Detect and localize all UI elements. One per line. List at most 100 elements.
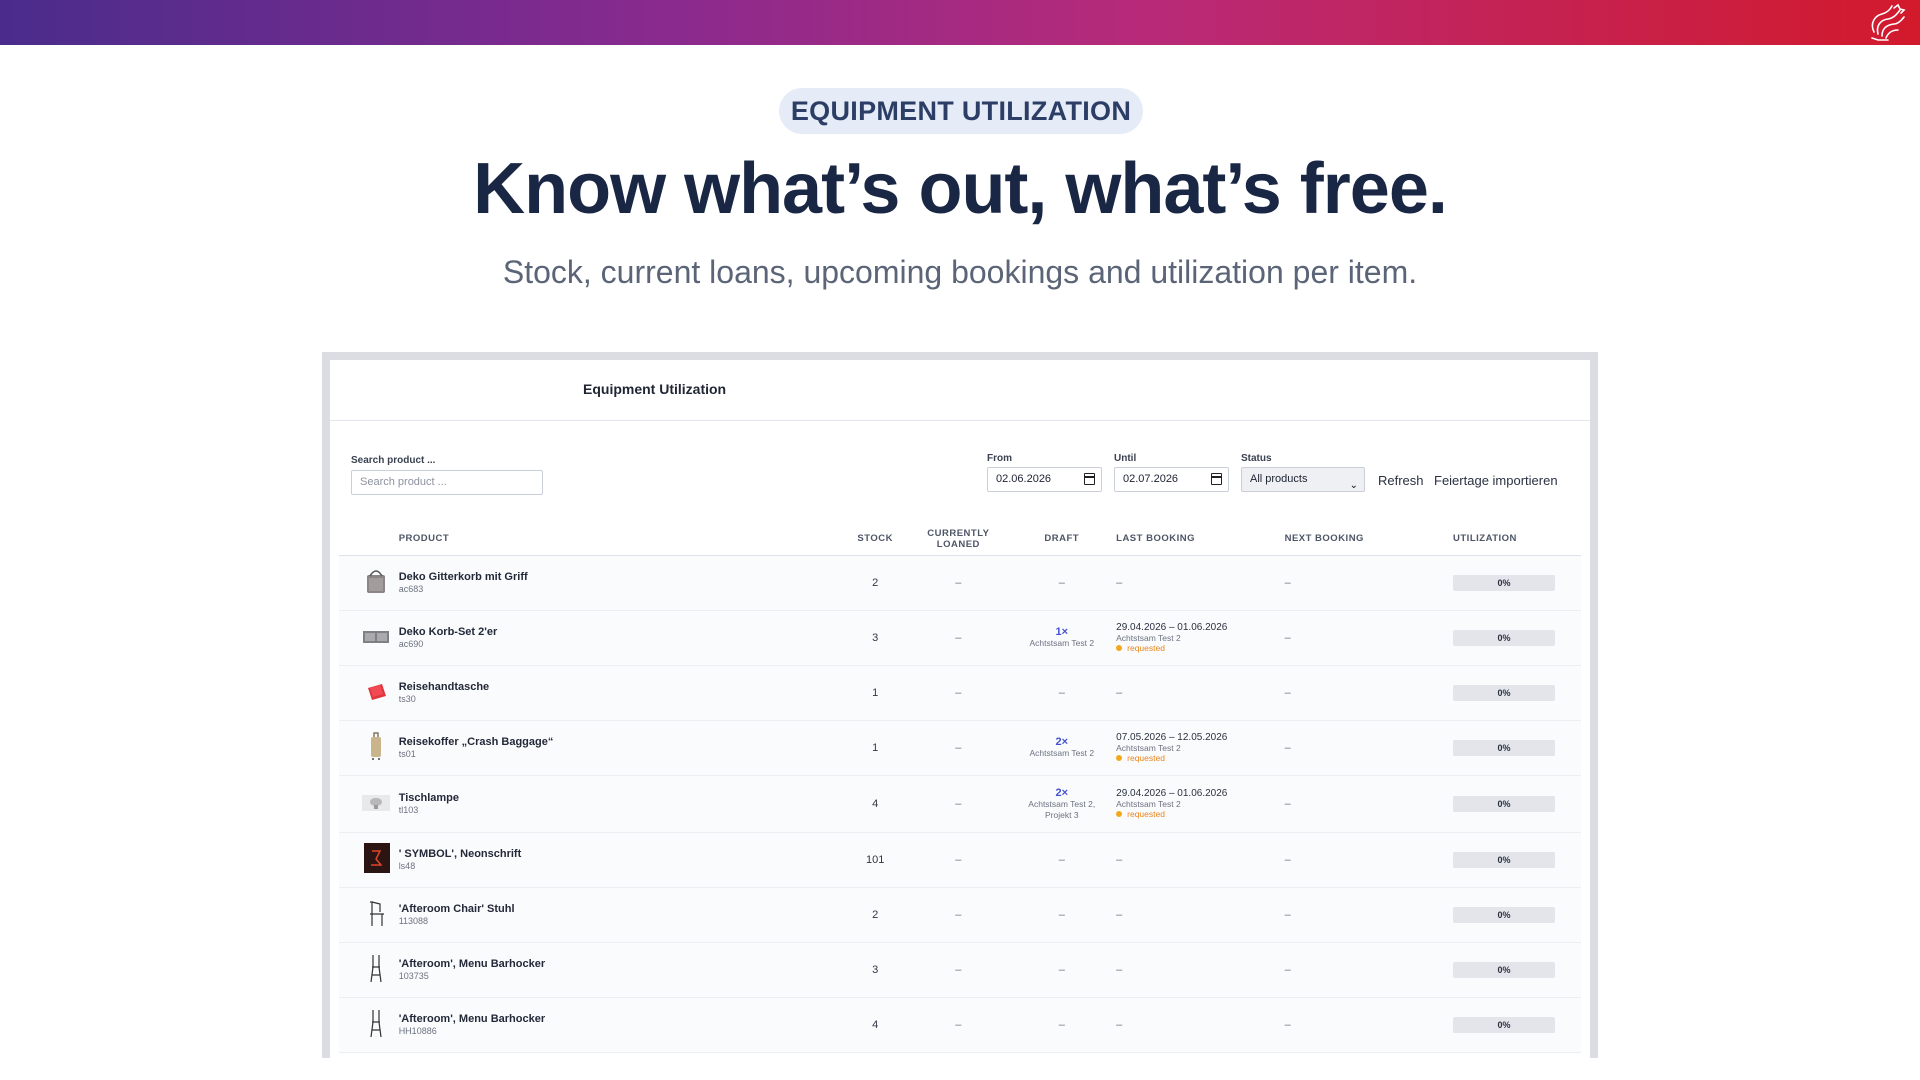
product-name[interactable]: 'Afteroom Chair' Stuhl — [399, 903, 841, 915]
status-dot-icon — [1116, 755, 1123, 761]
loaned-cell: – — [909, 832, 1008, 888]
last-booking-cell: – — [1116, 665, 1285, 721]
stock-cell: 2 — [841, 887, 910, 943]
from-date-input[interactable]: 02.06.2026 — [987, 467, 1102, 492]
product-sku: ac683 — [398, 584, 424, 594]
next-booking-cell: – — [1284, 720, 1454, 776]
status-badge: requested — [1116, 643, 1284, 653]
loaned-cell: – — [909, 775, 1008, 833]
utilization-bar: 0% — [1453, 851, 1556, 868]
col-utilization[interactable]: UTILIZATION — [1453, 523, 1581, 556]
table-row[interactable]: 'Afteroom Chair' Stuhl 113088 2 – – – – 0… — [339, 887, 1581, 943]
next-booking-cell: – — [1284, 832, 1454, 888]
status-dot-icon — [1116, 645, 1123, 651]
next-booking-cell: – — [1284, 610, 1454, 666]
status-label: Status — [1241, 453, 1272, 464]
stock-cell: 1 — [841, 665, 910, 721]
status-select[interactable]: All products ⌄ — [1241, 467, 1365, 492]
last-booking-dates: 07.05.2026 – 12.05.2026 — [1116, 732, 1228, 743]
refresh-button[interactable]: Refresh — [1378, 473, 1424, 488]
table-row[interactable]: Reisekoffer „Crash Baggage“ ts01 1 – 2× Ac… — [339, 720, 1581, 776]
status-badge: requested — [1116, 809, 1284, 819]
product-name[interactable]: ' SYMBOL', Neonschrift — [399, 848, 841, 860]
draft-cell: – — [1007, 942, 1117, 998]
lamp-icon — [361, 795, 392, 811]
table-row[interactable]: 'Afteroom', Menu Barhocker HH10886 4 – – … — [339, 997, 1581, 1053]
calendar-icon[interactable] — [1211, 473, 1222, 485]
calendar-icon[interactable] — [1084, 473, 1095, 485]
table-row[interactable]: Reisehandtasche ts30 1 – – – – 0% — [339, 665, 1581, 721]
until-date-input[interactable]: 02.07.2026 — [1114, 467, 1229, 492]
product-sku: tl103 — [398, 805, 419, 815]
product-name[interactable]: Deko Gitterkorb mit Griff — [399, 571, 841, 583]
neon-sign-icon — [363, 843, 390, 873]
col-draft[interactable]: DRAFT — [1007, 523, 1117, 556]
loaned-cell: – — [909, 997, 1008, 1053]
stock-cell: 3 — [841, 610, 910, 666]
status-dot-icon — [1116, 811, 1123, 817]
bar-stool-icon — [370, 1010, 382, 1038]
table-row[interactable]: Deko Korb-Set 2'er ac690 3 – 1× Achtstsam … — [339, 610, 1581, 666]
product-name[interactable]: 'Afteroom', Menu Barhocker — [399, 958, 841, 970]
table-header-row: PRODUCT STOCK CURRENTLY LOANED DRAFT LAS… — [339, 523, 1581, 556]
next-booking-cell: – — [1284, 887, 1454, 943]
draft-count[interactable]: 1× — [1007, 626, 1116, 638]
col-currently-loaned[interactable]: CURRENTLY LOANED — [909, 523, 1008, 556]
chair-icon — [369, 901, 384, 926]
until-date-value: 02.07.2026 — [1123, 473, 1179, 485]
stock-cell: 101 — [841, 832, 910, 888]
search-input[interactable]: Search product ... — [351, 470, 543, 495]
draft-cell: – — [1007, 832, 1117, 888]
basket-icon — [366, 570, 385, 593]
loaned-cell: – — [909, 555, 1008, 611]
next-booking-cell: – — [1284, 665, 1454, 721]
next-booking-cell: – — [1284, 942, 1454, 998]
product-name[interactable]: Reisekoffer „Crash Baggage“ — [399, 736, 841, 748]
brand-bar — [0, 0, 1920, 45]
next-booking-cell: – — [1284, 997, 1454, 1053]
col-stock[interactable]: STOCK — [841, 523, 910, 556]
col-next-booking[interactable]: NEXT BOOKING — [1284, 523, 1454, 556]
screenshot-frame: Equipment Utilization Search product ...… — [322, 352, 1598, 1058]
table-row[interactable]: Tischlampe tl103 4 – 2× Achtstsam Test 2, … — [339, 775, 1581, 833]
utilization-bar: 0% — [1453, 961, 1556, 978]
utilization-bar: 0% — [1453, 629, 1556, 646]
stock-cell: 1 — [841, 720, 910, 776]
page-subline: Stock, current loans, upcoming bookings … — [502, 254, 1418, 290]
page-headline: Know what’s out, what’s free. — [473, 149, 1448, 229]
product-sku: ts01 — [398, 749, 416, 759]
import-holidays-button[interactable]: Feiertage importieren — [1434, 473, 1558, 488]
last-booking-cell: – — [1116, 942, 1285, 998]
product-name[interactable]: Deko Korb-Set 2'er — [399, 626, 841, 638]
panel-header: Equipment Utilization — [330, 360, 1590, 421]
utilization-bar: 0% — [1453, 684, 1556, 701]
utilization-bar: 0% — [1453, 1016, 1556, 1033]
utilization-table: PRODUCT STOCK CURRENTLY LOANED DRAFT LAS… — [339, 523, 1581, 1053]
table-row[interactable]: Deko Gitterkorb mit Griff ac683 2 – – – –… — [339, 555, 1581, 611]
draft-projects: Achtstsam Test 2 — [1029, 638, 1095, 648]
product-name[interactable]: 'Afteroom', Menu Barhocker — [399, 1013, 841, 1025]
utilization-bar: 0% — [1453, 906, 1556, 923]
utilization-bar: 0% — [1453, 574, 1556, 591]
loaned-cell: – — [909, 610, 1008, 666]
col-product[interactable]: PRODUCT — [398, 523, 842, 556]
last-booking-project: Achtstsam Test 2 — [1116, 633, 1181, 643]
draft-count[interactable]: 2× — [1007, 787, 1116, 799]
bar-stool-icon — [370, 955, 382, 983]
last-booking-project: Achtstsam Test 2 — [1116, 743, 1181, 753]
product-sku: 103735 — [398, 971, 429, 981]
last-booking-cell: – — [1116, 887, 1285, 943]
col-last-booking[interactable]: LAST BOOKING — [1116, 523, 1285, 556]
panel-title: Equipment Utilization — [583, 381, 727, 397]
draft-projects: Achtstsam Test 2, Projekt 3 — [1028, 798, 1096, 820]
product-name[interactable]: Reisehandtasche — [399, 681, 841, 693]
table-row[interactable]: ' SYMBOL', Neonschrift ls48 101 – – – – 0… — [339, 832, 1581, 888]
product-sku: ts30 — [398, 694, 416, 704]
utilization-bar: 0% — [1453, 739, 1556, 756]
draft-count[interactable]: 2× — [1007, 736, 1116, 748]
product-name[interactable]: Tischlampe — [399, 792, 841, 804]
stock-cell: 4 — [841, 997, 910, 1053]
product-sku: 113088 — [398, 916, 429, 926]
utilization-panel: Equipment Utilization Search product ...… — [330, 360, 1590, 1058]
table-row[interactable]: 'Afteroom', Menu Barhocker 103735 3 – – –… — [339, 942, 1581, 998]
